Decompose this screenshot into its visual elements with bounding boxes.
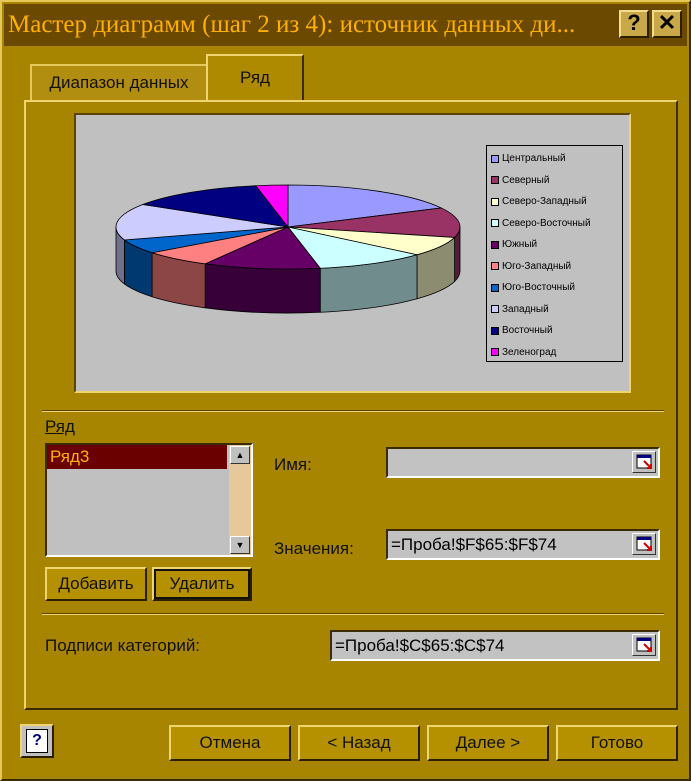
legend-swatch bbox=[491, 262, 499, 271]
series-name-field[interactable] bbox=[386, 447, 660, 478]
legend-entry: Северный bbox=[487, 170, 622, 192]
scrollbar[interactable]: ▲ ▼ bbox=[229, 445, 251, 555]
pie-slice-side bbox=[204, 263, 321, 314]
legend-swatch bbox=[491, 305, 499, 314]
legend-label: Восточный bbox=[502, 325, 553, 337]
finish-button[interactable]: Готово bbox=[556, 725, 678, 761]
divider bbox=[42, 613, 664, 615]
help-icon: ? bbox=[26, 729, 48, 753]
legend-entry: Западный bbox=[487, 299, 622, 321]
delete-series-button[interactable]: Удалить bbox=[152, 567, 252, 601]
category-labels-label: Подписи категорий: bbox=[45, 636, 201, 655]
close-button[interactable]: ✕ bbox=[652, 10, 682, 38]
legend-label: Западный bbox=[502, 303, 549, 315]
legend-swatch bbox=[491, 176, 499, 185]
cancel-button[interactable]: Отмена bbox=[169, 725, 291, 761]
series-list-item[interactable]: Ряд3 bbox=[47, 445, 227, 469]
legend-label: Северо-Западный bbox=[502, 196, 587, 208]
scroll-down-arrow-icon[interactable]: ▼ bbox=[230, 536, 250, 554]
legend-entry: Южный bbox=[487, 234, 622, 256]
scroll-up-arrow-icon[interactable]: ▲ bbox=[230, 446, 250, 464]
divider bbox=[42, 410, 664, 412]
add-series-button[interactable]: Добавить bbox=[45, 567, 147, 601]
legend-swatch bbox=[491, 240, 499, 249]
legend-label: Северный bbox=[502, 174, 550, 186]
chart-wizard-dialog: Мастер диаграмм (шаг 2 из 4): источник д… bbox=[0, 0, 691, 781]
legend-entry: Зеленоград bbox=[487, 342, 622, 362]
legend-entry: Центральный bbox=[487, 148, 622, 170]
legend-label: Юго-Восточный bbox=[502, 282, 575, 294]
tab-data-range[interactable]: Диапазон данных bbox=[30, 64, 208, 100]
values-label: Значения: bbox=[274, 539, 354, 558]
series-list[interactable]: Ряд3 ▲ ▼ bbox=[45, 443, 253, 557]
category-labels-field[interactable]: =Проба!$C$65:$C$74 bbox=[330, 630, 660, 661]
legend-entry: Юго-Западный bbox=[487, 256, 622, 278]
legend-entry: Восточный bbox=[487, 320, 622, 342]
collapse-dialog-icon[interactable] bbox=[632, 451, 656, 473]
legend-swatch bbox=[491, 348, 499, 357]
back-button[interactable]: < Назад bbox=[298, 725, 420, 761]
tab-series[interactable]: Ряд bbox=[206, 54, 304, 102]
legend-entry: Северо-Восточный bbox=[487, 213, 622, 235]
next-button[interactable]: Далее > bbox=[427, 725, 549, 761]
legend-label: Зеленоград bbox=[502, 346, 557, 358]
collapse-dialog-icon[interactable] bbox=[632, 634, 656, 656]
legend-swatch bbox=[491, 283, 499, 292]
name-label: Имя: bbox=[274, 455, 312, 474]
chart-legend: Центральный Северный Северо-Западный Северо… bbox=[486, 145, 623, 362]
legend-swatch bbox=[491, 219, 499, 228]
legend-label: Южный bbox=[502, 239, 538, 251]
collapse-dialog-icon[interactable] bbox=[632, 533, 656, 555]
legend-entry: Северо-Западный bbox=[487, 191, 622, 213]
chart-preview: Центральный Северный Северо-Западный Северо… bbox=[74, 113, 631, 393]
help-title-button[interactable]: ? bbox=[619, 10, 649, 38]
legend-swatch bbox=[491, 154, 499, 163]
dialog-title: Мастер диаграмм (шаг 2 из 4): источник д… bbox=[8, 11, 576, 38]
legend-label: Центральный bbox=[502, 153, 566, 165]
legend-label: Юго-Западный bbox=[502, 260, 572, 272]
series-values-field[interactable]: =Проба!$F$65:$F$74 bbox=[386, 529, 660, 560]
legend-swatch bbox=[491, 326, 499, 335]
series-group-label: Ряд bbox=[45, 417, 75, 436]
legend-swatch bbox=[491, 197, 499, 206]
help-button[interactable]: ? bbox=[20, 724, 54, 758]
legend-entry: Юго-Восточный bbox=[487, 277, 622, 299]
title-bar: Мастер диаграмм (шаг 2 из 4): источник д… bbox=[4, 4, 687, 46]
legend-label: Северо-Восточный bbox=[502, 217, 591, 229]
